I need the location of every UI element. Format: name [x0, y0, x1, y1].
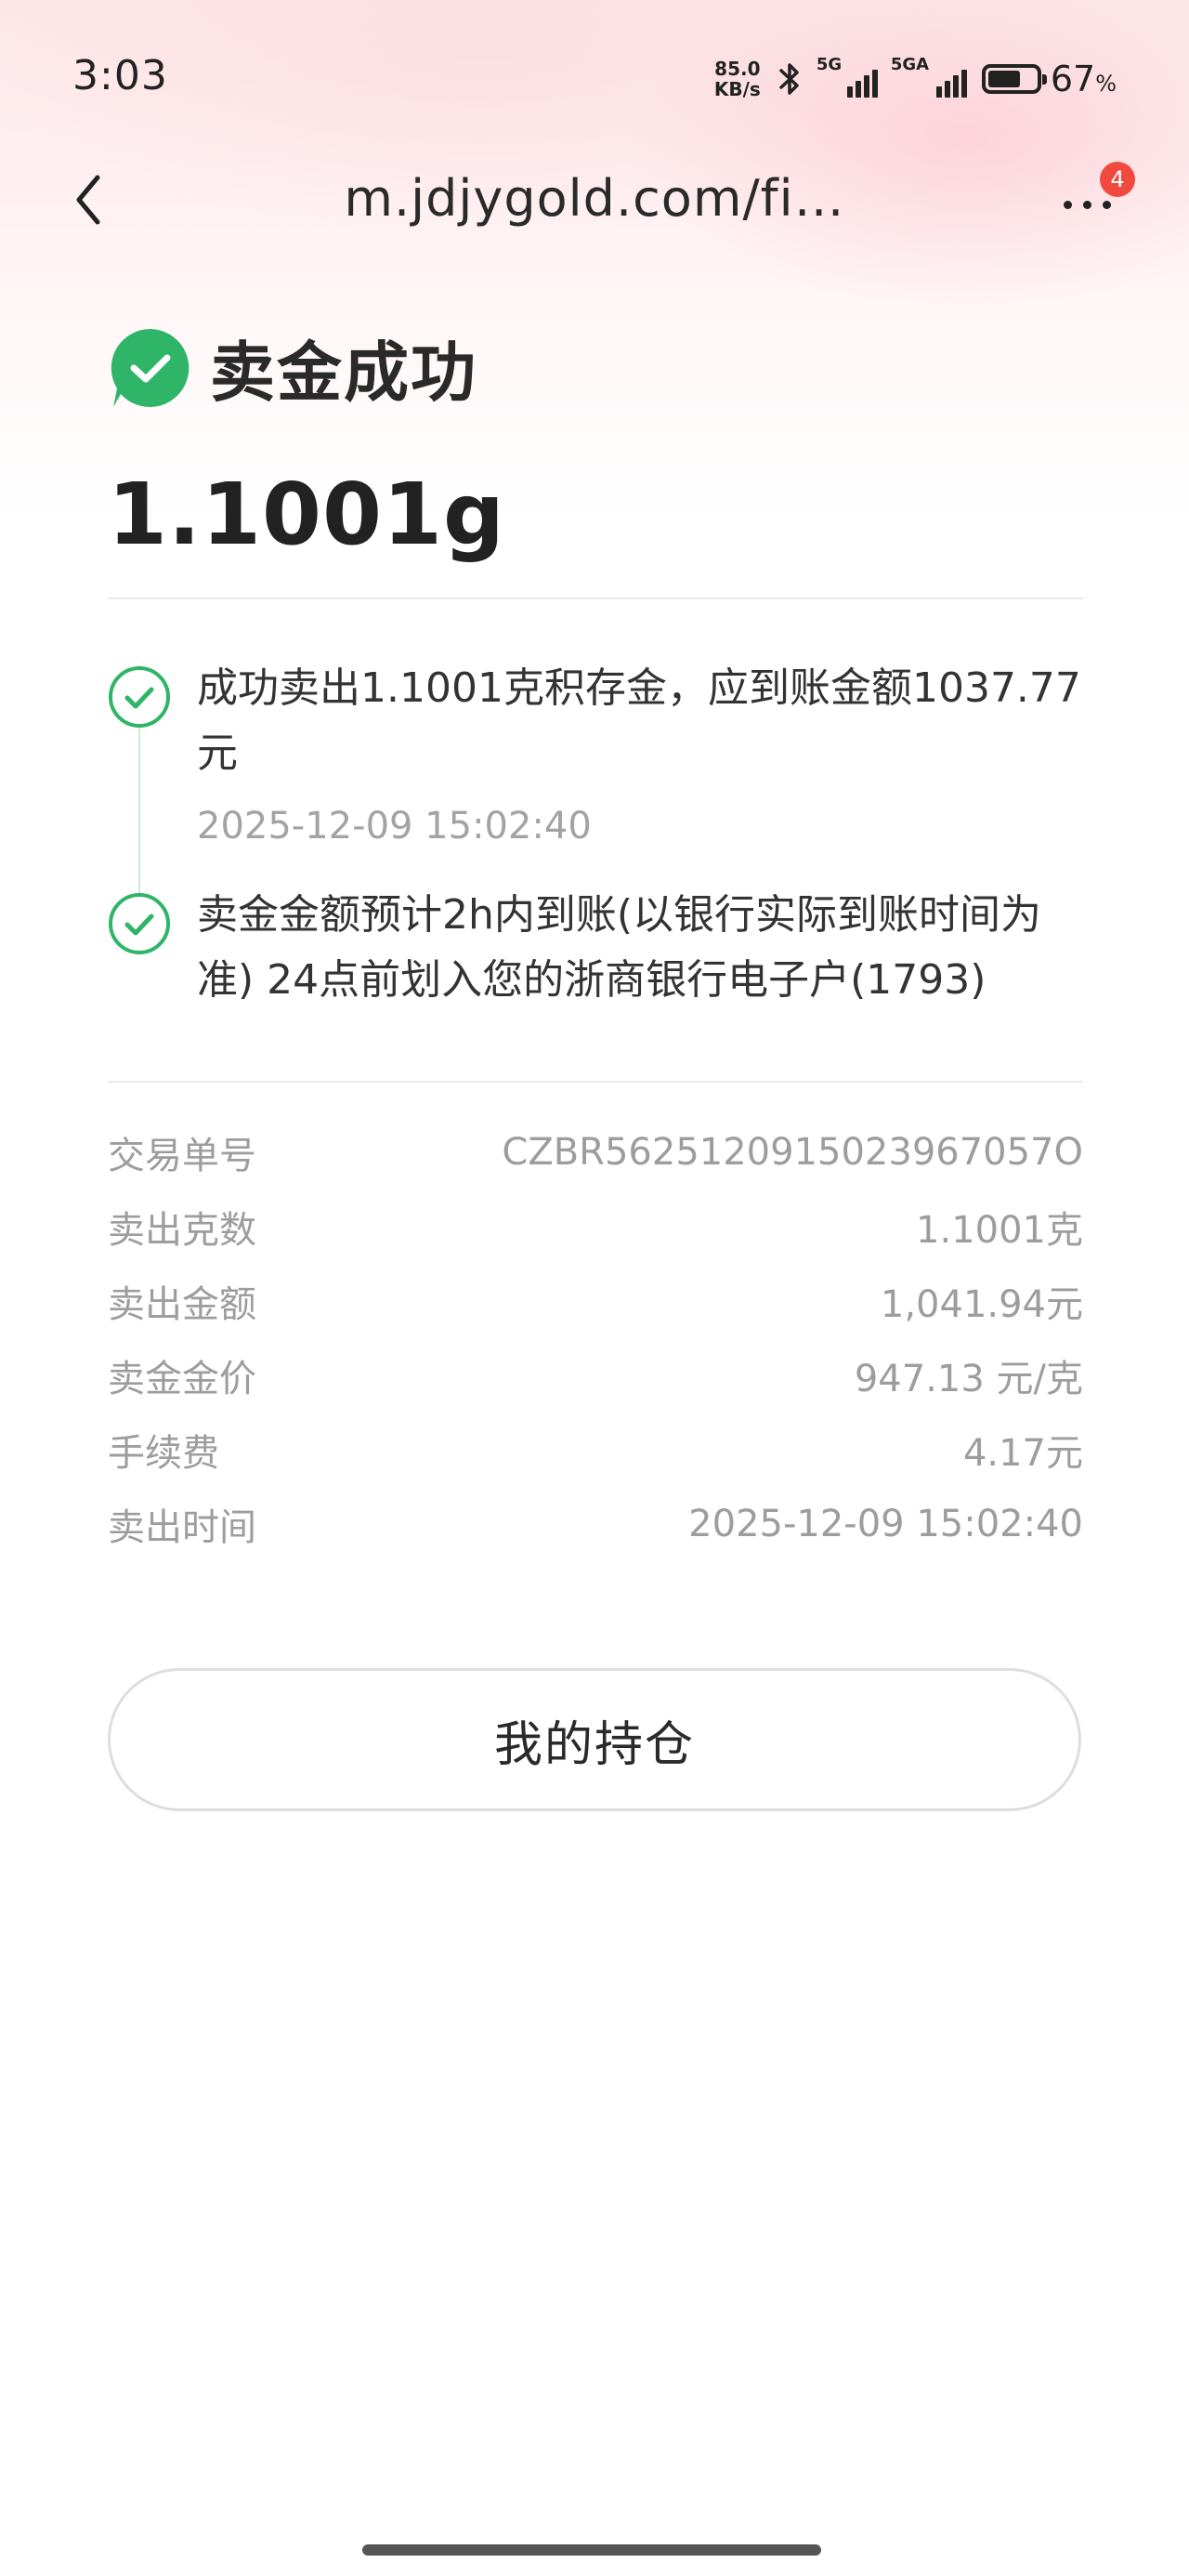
- detail-label: 卖出时间: [108, 1506, 256, 1549]
- battery-indicator: 67%: [981, 59, 1117, 99]
- battery-level: [987, 71, 1020, 87]
- step-check-icon: [109, 893, 170, 954]
- bluetooth-icon: [779, 63, 799, 95]
- detail-row-grams: 卖出克数 1.1001克: [108, 1189, 1083, 1264]
- check-circle-icon: [111, 328, 189, 407]
- step-check-icon: [109, 666, 170, 728]
- detail-value: 1.1001克: [916, 1209, 1083, 1252]
- divider: [108, 1081, 1083, 1083]
- detail-row-price: 卖金金价 947.13 元/克: [108, 1338, 1083, 1413]
- battery-percent-value: 67: [1050, 59, 1096, 99]
- status-indicators: 85.0 KB/s 5G 5GA 67%: [714, 54, 1117, 104]
- signal-sim2-icon: 5GA: [891, 55, 967, 98]
- battery-percent-sign: %: [1095, 71, 1117, 97]
- browser-nav-bar: m.jdjygold.com/fi… 4: [0, 149, 1189, 251]
- result-header: 卖金成功: [108, 321, 477, 414]
- detail-row-fee: 手续费 4.17元: [108, 1413, 1083, 1487]
- network-speed: 85.0 KB/s: [714, 59, 761, 99]
- signal-sim1-label: 5G: [816, 55, 843, 74]
- detail-label: 手续费: [108, 1432, 219, 1475]
- detail-value: 947.13 元/克: [854, 1358, 1083, 1400]
- chevron-left-icon: [76, 175, 100, 225]
- timeline-step-time: 2025-12-09 15:02:40: [197, 805, 592, 848]
- battery-icon: [981, 64, 1047, 94]
- detail-value: 4.17元: [962, 1432, 1083, 1475]
- network-speed-value: 85.0: [714, 58, 761, 80]
- status-bar: 3:03 85.0 KB/s 5G 5GA 67%: [0, 0, 1189, 139]
- detail-value: 2025-12-09 15:02:40: [688, 1503, 1083, 1545]
- back-button[interactable]: [56, 167, 121, 232]
- detail-label: 卖出克数: [108, 1209, 256, 1252]
- detail-value: 1,041.94元: [880, 1283, 1083, 1326]
- more-menu-button[interactable]: 4: [1050, 162, 1135, 232]
- detail-label: 卖金金价: [108, 1358, 256, 1400]
- status-time: 3:03: [72, 52, 168, 99]
- result-title: 卖金成功: [210, 335, 477, 411]
- home-indicator[interactable]: [362, 2544, 821, 2556]
- signal-sim1-icon: 5G: [817, 55, 878, 98]
- notification-badge: 4: [1100, 162, 1135, 197]
- detail-row-amount: 卖出金额 1,041.94元: [108, 1264, 1083, 1338]
- detail-value: CZBR5625120915023967057O: [502, 1131, 1083, 1174]
- more-dots-icon: [1063, 200, 1111, 209]
- timeline-step-text: 卖金金额预计2h内到账(以银行实际到账时间为准) 24点前划入您的浙商银行电子户…: [197, 891, 1042, 1004]
- divider: [108, 598, 1083, 599]
- signal-sim2-label: 5GA: [890, 55, 930, 74]
- network-speed-unit: KB/s: [713, 78, 761, 100]
- sold-amount: 1.1001g: [108, 465, 505, 564]
- detail-label: 交易单号: [108, 1135, 256, 1177]
- detail-row-order-number: 交易单号 CZBR5625120915023967057O: [108, 1115, 1083, 1189]
- battery-percent: 67%: [1051, 59, 1117, 99]
- detail-label: 卖出金额: [108, 1283, 256, 1326]
- page-url: m.jdjygold.com/fi…: [344, 169, 845, 228]
- timeline-step-text: 成功卖出1.1001克积存金，应到账金额1037.77元: [197, 664, 1081, 777]
- my-holdings-button[interactable]: 我的持仓: [108, 1668, 1081, 1811]
- detail-row-time: 卖出时间 2025-12-09 15:02:40: [108, 1487, 1083, 1561]
- transaction-details: 交易单号 CZBR5625120915023967057O 卖出克数 1.100…: [108, 1115, 1083, 1561]
